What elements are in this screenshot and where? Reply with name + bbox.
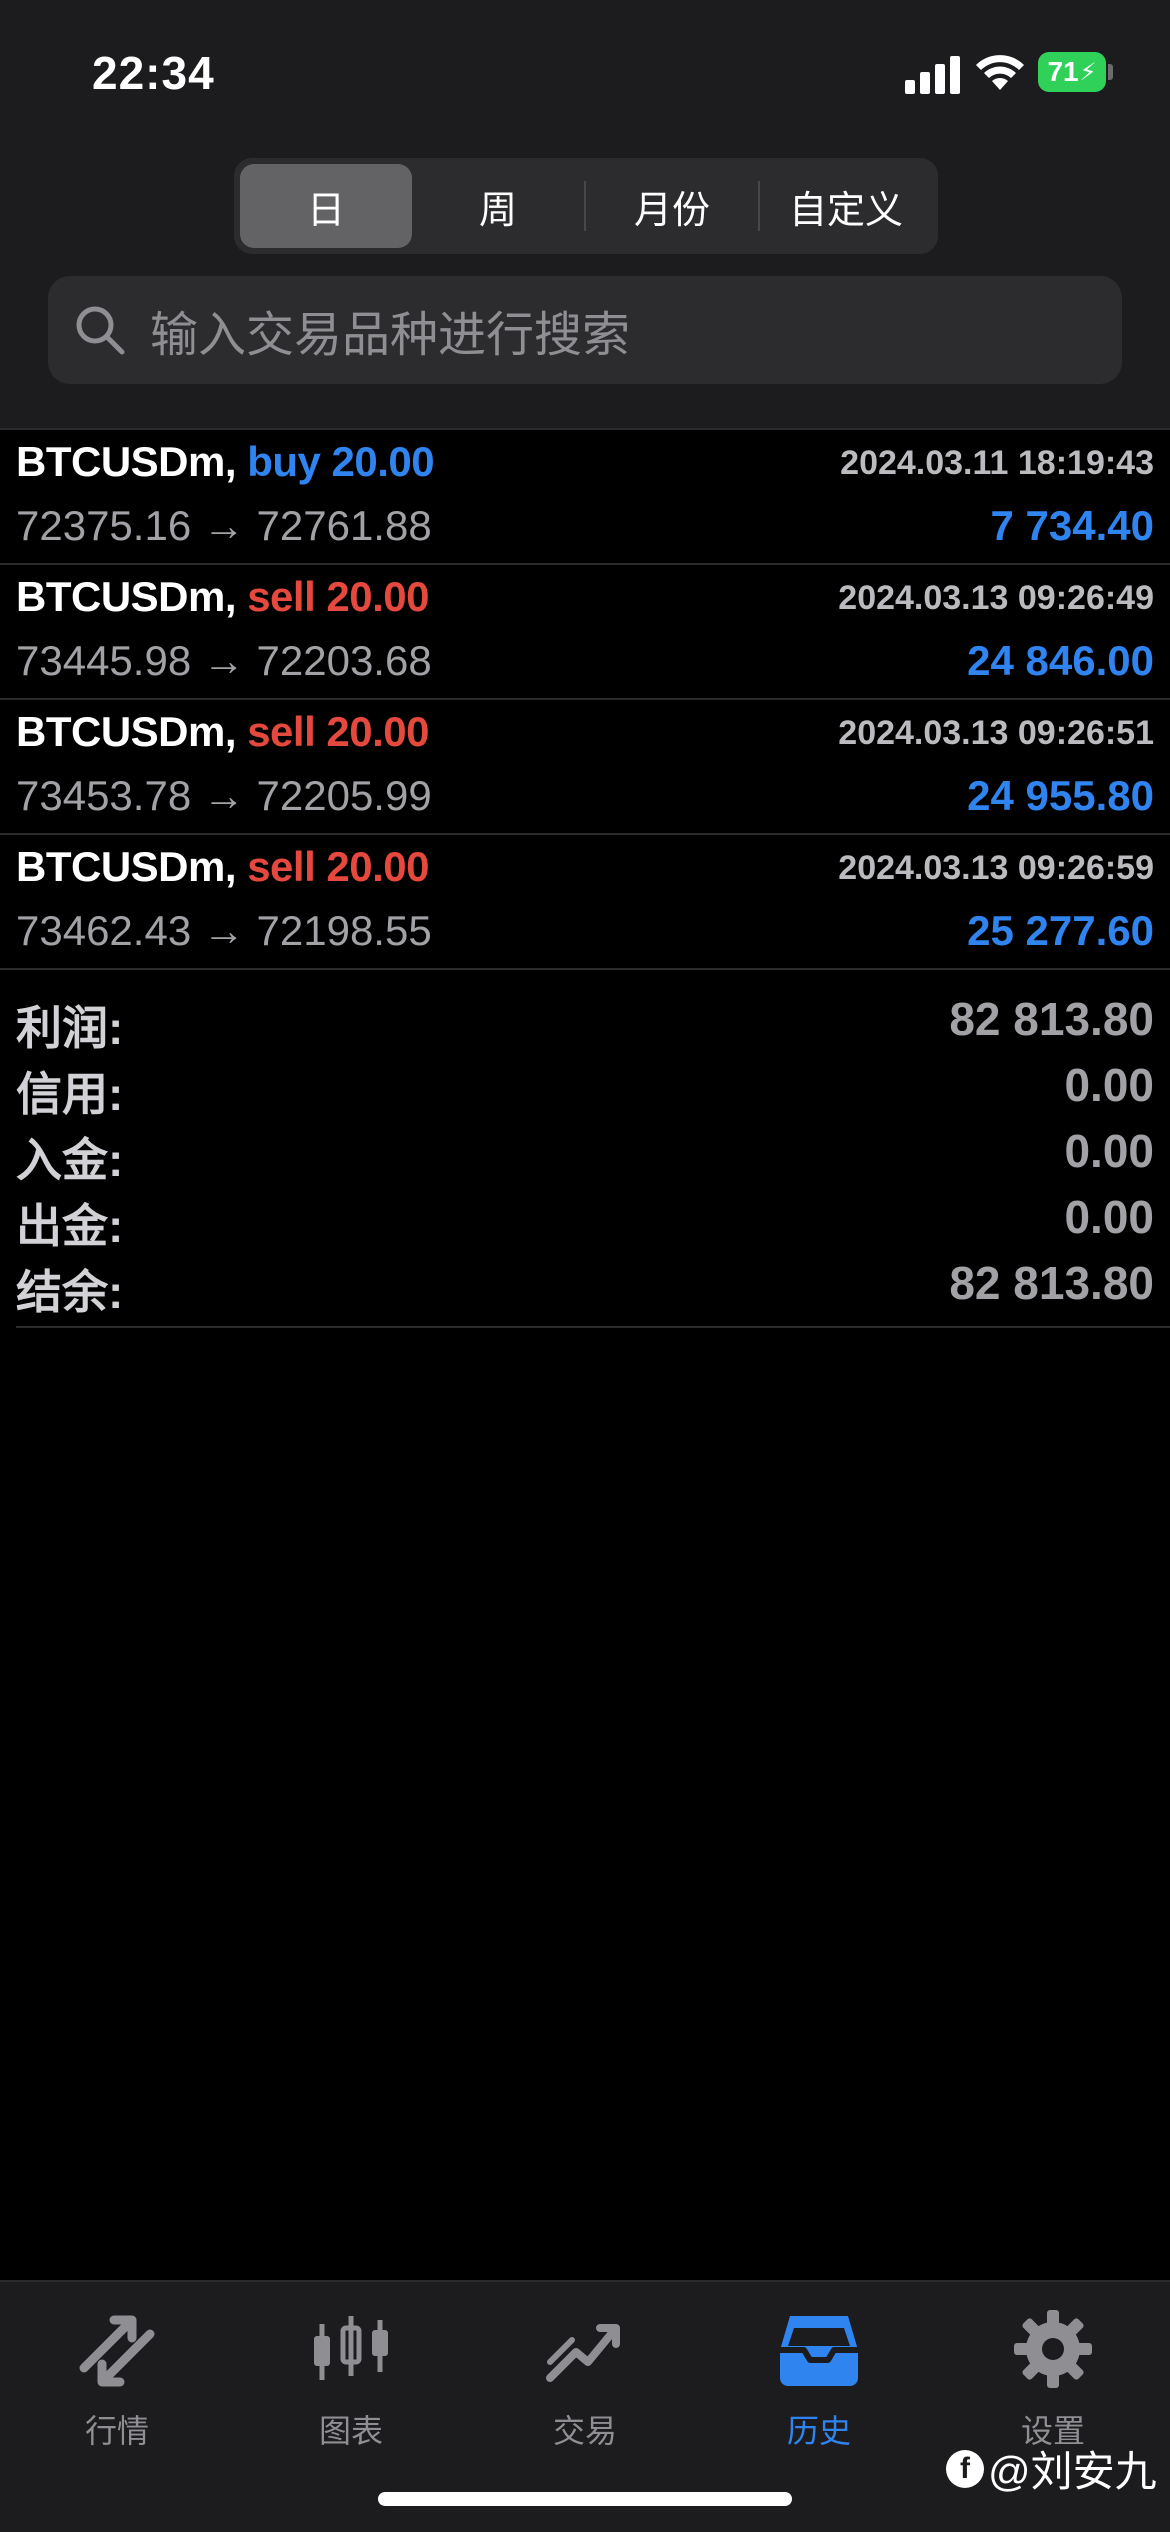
status-time: 22:34	[92, 47, 215, 99]
deal-symbol: BTCUSDm,	[16, 843, 237, 890]
tab-trade[interactable]: 交易	[468, 2306, 702, 2456]
summary-profit: 利润: 82 813.80	[0, 980, 1170, 1054]
deal-timestamp: 2024.03.11 18:19:43	[840, 444, 1154, 482]
gear-icon	[1014, 2310, 1092, 2388]
history-inbox-icon	[780, 2316, 858, 2386]
app-screen: 22:34 71 ⚡ 日 周 月份 自定义 输入交易品种进行搜索 BTCUSDm…	[0, 0, 1170, 2532]
deal-side: sell	[247, 843, 316, 890]
summary-divider	[16, 1326, 1170, 1328]
deal-row[interactable]: BTCUSDm, buy 20.00 2024.03.11 18:19:43 7…	[0, 428, 1170, 563]
deal-symbol: BTCUSDm,	[16, 708, 237, 755]
home-indicator[interactable]	[378, 2492, 792, 2506]
deal-prices: 73462.43 → 72198.55	[16, 907, 432, 954]
header-area: 22:34 71 ⚡ 日 周 月份 自定义 输入交易品种进行搜索	[0, 0, 1170, 428]
search-input[interactable]: 输入交易品种进行搜索	[48, 276, 1122, 384]
tab-week-label: 周	[478, 189, 517, 232]
deal-symbol: BTCUSDm,	[16, 438, 237, 485]
deal-side: sell	[247, 708, 316, 755]
period-segmented-control: 日 周 月份 自定义	[234, 158, 938, 254]
deal-volume: 20.00	[326, 708, 430, 755]
watermark: f @刘安九	[946, 2438, 1157, 2499]
wifi-icon	[976, 55, 1024, 90]
tab-custom[interactable]: 自定义	[760, 164, 932, 248]
trade-trend-icon	[546, 2324, 620, 2382]
deal-volume: 20.00	[326, 573, 430, 620]
tab-label: 图表	[318, 2413, 383, 2449]
deal-symbol-line: BTCUSDm, sell 20.00	[16, 573, 430, 621]
deal-side: sell	[247, 573, 316, 620]
cellular-signal-icon	[905, 54, 961, 94]
deal-profit: 24 955.80	[967, 772, 1154, 819]
summary-value: 0.00	[1064, 1059, 1154, 1111]
charging-bolt-icon: ⚡	[1079, 58, 1097, 86]
summary-section: 利润: 82 813.80 信用: 0.00 入金: 0.00 出金: 0.00…	[0, 968, 1170, 1318]
summary-label: 结余:	[16, 1266, 124, 1318]
deal-symbol-line: BTCUSDm, buy 20.00	[16, 438, 435, 486]
deal-row[interactable]: BTCUSDm, sell 20.00 2024.03.13 09:26:49 …	[0, 563, 1170, 698]
deal-row[interactable]: BTCUSDm, sell 20.00 2024.03.13 09:26:51 …	[0, 698, 1170, 833]
deal-symbol-line: BTCUSDm, sell 20.00	[16, 843, 430, 891]
deal-timestamp: 2024.03.13 09:26:51	[838, 714, 1154, 752]
deal-symbol-line: BTCUSDm, sell 20.00	[16, 708, 430, 756]
tab-custom-label: 自定义	[788, 189, 903, 232]
deal-side: buy	[247, 438, 321, 485]
tab-chart[interactable]: 图表	[234, 2306, 468, 2456]
tab-month[interactable]: 月份	[586, 164, 758, 248]
tab-month-label: 月份	[633, 189, 710, 232]
tab-label: 行情	[84, 2413, 149, 2449]
summary-value: 0.00	[1064, 1125, 1154, 1177]
deal-prices: 72375.16 → 72761.88	[16, 502, 432, 549]
battery-cap	[1108, 64, 1113, 80]
quotes-arrows-icon	[79, 2315, 155, 2387]
tab-quotes[interactable]: 行情	[0, 2306, 234, 2456]
summary-withdrawal: 出金: 0.00	[0, 1178, 1170, 1252]
summary-credit: 信用: 0.00	[0, 1046, 1170, 1120]
tab-day[interactable]: 日	[240, 164, 412, 248]
summary-deposit: 入金: 0.00	[0, 1112, 1170, 1186]
deal-timestamp: 2024.03.13 09:26:49	[838, 579, 1154, 617]
battery-level: 71	[1047, 56, 1079, 87]
facebook-logo-icon: f	[946, 2449, 984, 2488]
deals-list: BTCUSDm, buy 20.00 2024.03.11 18:19:43 7…	[0, 428, 1170, 968]
deal-row[interactable]: BTCUSDm, sell 20.00 2024.03.13 09:26:59 …	[0, 833, 1170, 968]
deal-profit: 25 277.60	[967, 907, 1154, 954]
status-bar: 22:34 71 ⚡	[0, 0, 1170, 140]
candlestick-chart-icon	[314, 2316, 388, 2380]
deal-prices: 73453.78 → 72205.99	[16, 772, 432, 819]
deal-prices: 73445.98 → 72203.68	[16, 637, 432, 684]
summary-value: 0.00	[1064, 1191, 1154, 1243]
tab-week[interactable]: 周	[412, 164, 584, 248]
search-placeholder: 输入交易品种进行搜索	[150, 309, 631, 362]
watermark-text: @刘安九	[988, 2448, 1157, 2495]
tab-history[interactable]: 历史	[702, 2306, 936, 2456]
tab-settings[interactable]: 设置	[936, 2306, 1170, 2456]
summary-value: 82 813.80	[949, 1257, 1154, 1309]
deal-volume: 20.00	[331, 438, 435, 485]
battery-indicator: 71 ⚡	[1038, 52, 1106, 92]
summary-balance: 结余: 82 813.80	[0, 1244, 1170, 1318]
tab-label: 交易	[552, 2413, 617, 2449]
summary-value: 82 813.80	[949, 993, 1154, 1045]
deal-symbol: BTCUSDm,	[16, 573, 237, 620]
deal-volume: 20.00	[326, 843, 430, 890]
deal-timestamp: 2024.03.13 09:26:59	[838, 849, 1154, 887]
deal-profit: 7 734.40	[990, 502, 1155, 549]
tab-day-label: 日	[306, 189, 345, 232]
deal-profit: 24 846.00	[967, 637, 1154, 684]
tab-label: 历史	[786, 2413, 851, 2449]
search-icon	[76, 306, 125, 355]
